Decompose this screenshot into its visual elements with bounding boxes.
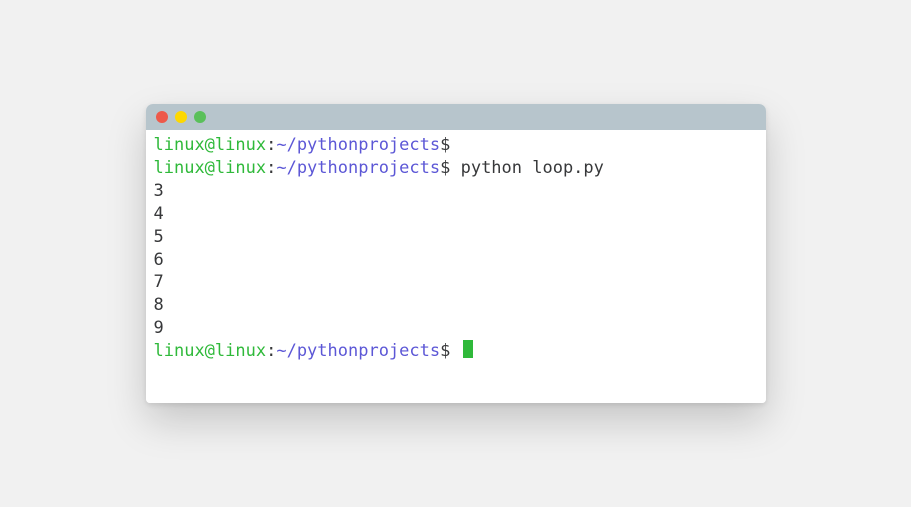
output-text: 9 <box>154 318 164 338</box>
output-text: 7 <box>154 272 164 292</box>
window-titlebar <box>146 104 766 130</box>
terminal-prompt-line: linux@linux:~/pythonprojects$ python loo… <box>154 157 758 180</box>
prompt-path: ~/pythonprojects <box>276 135 440 155</box>
output-text: 8 <box>154 295 164 315</box>
prompt-separator: : <box>266 158 276 178</box>
prompt-user: linux@linux <box>154 341 267 361</box>
cursor-block <box>463 340 473 358</box>
terminal-output-line: 9 <box>154 317 758 340</box>
terminal-output-line: 8 <box>154 294 758 317</box>
prompt-user: linux@linux <box>154 158 267 178</box>
output-text: 5 <box>154 227 164 247</box>
minimize-icon[interactable] <box>175 111 187 123</box>
terminal-output-line: 7 <box>154 271 758 294</box>
terminal-prompt-line: linux@linux:~/pythonprojects$ <box>154 340 758 363</box>
output-text: 4 <box>154 204 164 224</box>
terminal-prompt-line: linux@linux:~/pythonprojects$ <box>154 134 758 157</box>
terminal-window: linux@linux:~/pythonprojects$ linux@linu… <box>146 104 766 403</box>
terminal-output-line: 3 <box>154 180 758 203</box>
prompt-command <box>450 135 460 155</box>
prompt-path: ~/pythonprojects <box>276 341 440 361</box>
close-icon[interactable] <box>156 111 168 123</box>
prompt-separator: : <box>266 135 276 155</box>
prompt-dollar: $ <box>440 135 450 155</box>
output-text: 3 <box>154 181 164 201</box>
terminal-output-line: 6 <box>154 249 758 272</box>
maximize-icon[interactable] <box>194 111 206 123</box>
output-text: 6 <box>154 250 164 270</box>
terminal-output-line: 4 <box>154 203 758 226</box>
terminal-body[interactable]: linux@linux:~/pythonprojects$ linux@linu… <box>146 130 766 403</box>
prompt-dollar: $ <box>440 341 450 361</box>
terminal-output-line: 5 <box>154 226 758 249</box>
prompt-path: ~/pythonprojects <box>276 158 440 178</box>
prompt-user: linux@linux <box>154 135 267 155</box>
prompt-dollar: $ <box>440 158 450 178</box>
prompt-command: python loop.py <box>450 158 604 178</box>
prompt-command <box>450 341 460 361</box>
prompt-separator: : <box>266 341 276 361</box>
